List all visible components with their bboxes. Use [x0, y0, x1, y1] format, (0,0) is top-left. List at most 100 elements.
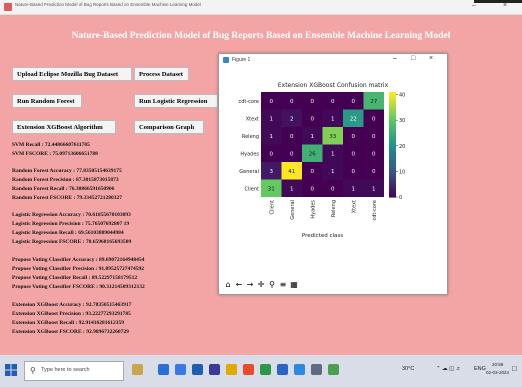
- configure-icon[interactable]: ≡: [278, 280, 288, 289]
- y-tick-label: cdt-core: [238, 99, 259, 105]
- home-icon[interactable]: ⌂: [223, 280, 233, 289]
- save-icon[interactable]: ▦: [289, 280, 299, 289]
- cell-value-label: 0: [352, 134, 356, 140]
- colorbar-tick-label: 40: [399, 93, 405, 99]
- cell-value-label: 1: [270, 134, 274, 140]
- page-title: Nature-Based Prediction Model of Bug Rep…: [71, 31, 451, 41]
- run-random-forest-button[interactable]: Run Random Forest: [12, 94, 82, 108]
- pan-icon[interactable]: ✛: [256, 280, 266, 289]
- task-view-icon[interactable]: [132, 364, 143, 375]
- cell-value-label: 1: [270, 116, 274, 122]
- output-line: Logistic Regression Recall : 69.56103809…: [12, 230, 124, 236]
- x-tick-label: cdt-core: [372, 200, 378, 221]
- output-line: Extension XGBoost Accuracy : 92.78350515…: [12, 302, 132, 308]
- store-icon[interactable]: [175, 364, 186, 375]
- cell-value-label: 0: [311, 116, 315, 122]
- cell-value-label: 31: [268, 186, 275, 192]
- cell-value-label: 26: [309, 151, 316, 157]
- clock-date[interactable]: 02-03-2024: [486, 370, 509, 375]
- x-tick-label: Client: [269, 200, 275, 215]
- cell-value-label: 41: [288, 169, 295, 175]
- x-tick-label: Xtext: [351, 200, 357, 213]
- output-line: Extension XGBoost Recall : 92.9141628161…: [12, 320, 124, 326]
- app-window-title: Nature-Based Prediction Model of Bug Rep…: [15, 2, 201, 7]
- cell-value-label: 0: [331, 186, 335, 192]
- cell-value-label: 1: [331, 169, 335, 175]
- cell-value-label: 0: [372, 134, 376, 140]
- close-button[interactable]: ×: [503, 2, 507, 9]
- cell-value-label: 0: [372, 116, 376, 122]
- cell-value-label: 1: [372, 186, 376, 192]
- language-indicator[interactable]: ENG: [474, 366, 486, 372]
- cell-value-label: 1: [331, 116, 335, 122]
- y-tick-label: General: [239, 169, 259, 175]
- colorbar-segment: [389, 194, 396, 198]
- windows-start-icon[interactable]: [5, 364, 17, 376]
- run-logistic-regression-button[interactable]: Run Logistic Regression: [134, 94, 218, 108]
- y-tick-label: Xtext: [246, 116, 259, 122]
- comparison-graph-button[interactable]: Comparison Graph: [134, 120, 204, 134]
- output-line: Random Forest Accuracy : 77.835051546391…: [12, 168, 122, 174]
- cell-value-label: 0: [372, 169, 376, 175]
- cell-value-label: 0: [270, 99, 274, 105]
- excel-icon[interactable]: [260, 364, 271, 375]
- tray-icons[interactable]: ⌃ ☁ ◫ ♬: [436, 366, 461, 372]
- cell-value-label: 1: [311, 134, 315, 140]
- output-line: Logistic Regression Precision : 75.76507…: [12, 221, 130, 227]
- forward-icon[interactable]: →: [245, 280, 255, 289]
- cell-value-label: 2: [290, 116, 294, 122]
- zoom-icon[interactable]: ⚲: [267, 280, 277, 289]
- output-line: Propose Voting Classifier Precision : 91…: [12, 266, 144, 272]
- word-icon[interactable]: [277, 364, 288, 375]
- x-tick-label: General: [290, 200, 296, 220]
- office-icon[interactable]: [243, 364, 254, 375]
- cell-value-label: 0: [352, 99, 356, 105]
- cell-value-label: 0: [290, 151, 294, 157]
- process-dataset-button[interactable]: Process Dataset: [134, 67, 189, 81]
- search-icon: ⚲: [30, 366, 36, 375]
- figure-window[interactable]: Figure 1 – □ × Extension XGBoost Confusi…: [218, 53, 448, 295]
- cell-value-label: 1: [331, 151, 335, 157]
- extension-xgboost-button[interactable]: Extension XGBoost Algorithm: [12, 120, 116, 134]
- minimize-button[interactable]: –: [472, 2, 476, 9]
- cell-value-label: 0: [352, 151, 356, 157]
- chrome-icon[interactable]: [226, 364, 237, 375]
- mail-icon[interactable]: [192, 364, 203, 375]
- python-icon[interactable]: [294, 364, 305, 375]
- cell-value-label: 0: [290, 99, 294, 105]
- cell-value-label: 0: [311, 169, 315, 175]
- terminal-icon[interactable]: [311, 364, 322, 375]
- taskbar: ⚲ Type here to search 30°C ⌃ ☁ ◫ ♬ ENG 2…: [0, 355, 522, 387]
- y-tick-label: Client: [245, 186, 260, 192]
- results-output: SVM Recall : 72.44866607611705 SVM FSCOR…: [12, 142, 212, 354]
- figure-toolbar: ⌂ ← → ✛ ⚲ ≡ ▦: [223, 280, 300, 292]
- back-icon[interactable]: ←: [234, 280, 244, 289]
- output-line: Propose Voting Classifier Accuracy : 89.…: [12, 257, 145, 263]
- weather-text: 30°C: [402, 366, 415, 372]
- cell-value-label: 22: [350, 116, 357, 122]
- upload-dataset-button[interactable]: Upload Eclipse Mozilla Bug Dataset: [12, 67, 132, 81]
- notification-icon[interactable]: □: [512, 364, 517, 373]
- cell-value-label: 1: [290, 186, 294, 192]
- y-tick-label: Releng: [242, 134, 259, 140]
- output-line: Propose Voting Classifier Recall : 89.52…: [12, 275, 138, 281]
- x-axis-label: Predicted class: [302, 233, 343, 239]
- cell-value-label: 27: [370, 99, 377, 105]
- edge-icon[interactable]: [158, 364, 169, 375]
- output-line: Random Forest Recall : 76.30866591650906: [12, 186, 115, 192]
- cell-value-label: 0: [290, 134, 294, 140]
- cell-value-label: 0: [331, 99, 335, 105]
- colorbar-tick-label: 30: [399, 118, 405, 124]
- app-icon-green[interactable]: [328, 364, 339, 375]
- cell-value-label: 0: [311, 99, 315, 105]
- cell-value-label: 0: [270, 151, 274, 157]
- confusion-matrix-chart: 0 0 0 0 0 271 2 0 1 22 01 0 1 33 0 00 0 26 1 0 03 41 0 1 0 031 1 0 0…: [238, 92, 405, 239]
- search-placeholder: Type here to search: [41, 367, 90, 373]
- output-line: Logistic Regression Accuracy : 70.618556…: [12, 212, 131, 218]
- output-line: Extension XGBoost FSCORE : 92.9896732260…: [12, 329, 129, 335]
- output-line: Random Forest Precision : 87.30158730158…: [12, 177, 119, 183]
- clock-time[interactable]: 20:58: [492, 362, 503, 367]
- colorbar-tick-label: 20: [399, 144, 405, 150]
- taskbar-search-box[interactable]: ⚲ Type here to search: [24, 361, 124, 381]
- teams-icon[interactable]: [209, 364, 220, 375]
